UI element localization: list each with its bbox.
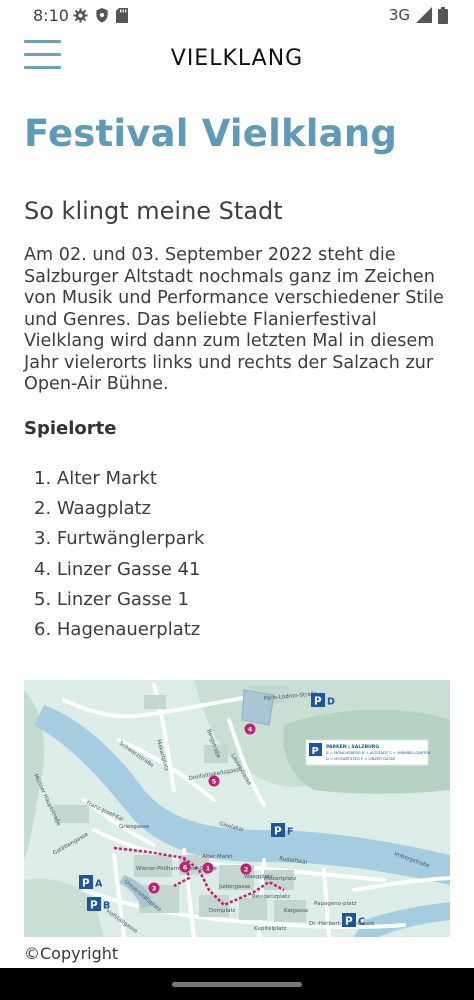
svg-text:P: P [82,878,90,890]
svg-text:3: 3 [152,885,157,893]
shield-icon [96,8,108,23]
venue-pin-3[interactable]: 3 [148,882,160,894]
venue-item: 1. Alter Markt [34,468,157,489]
venue-pin-4[interactable]: 4 [244,723,256,735]
venue-pin-1[interactable]: 1 [202,862,214,874]
home-gesture-handle[interactable] [172,982,302,987]
venue-pin-2[interactable]: 2 [240,863,252,875]
venue-pin-5[interactable]: 5 [208,775,220,787]
settings-icon [73,8,88,23]
venue-item: 3. Furtwänglerpark [34,528,205,550]
legend-line: A = MÖNCHSBERG B = ALTSTADT C = MIRABELL… [326,750,431,755]
page-subtitle: So klingt meine Stadt [24,197,283,225]
brand-logo[interactable]: VIELKLANG [0,46,474,71]
sd-card-icon [116,8,128,23]
svg-text:D: D [327,697,335,708]
street-label: Mozartplatz [264,876,296,882]
svg-text:P: P [274,826,282,838]
svg-text:B: B [103,901,110,912]
status-notifications [73,8,128,23]
street-label: Kapitelplatz [254,926,287,932]
copyright-text: ©Copyright [24,944,119,963]
svg-text:A: A [95,879,103,890]
street-label: Alter Markt [202,854,233,860]
svg-text:C: C [358,917,365,928]
svg-text:P: P [312,746,319,757]
svg-text:P: P [314,696,322,708]
street-label: Dr.-Herbert-Klein-Gasse [309,921,375,927]
network-type: 3G [388,6,410,24]
venue-list: 1. Alter Markt 2. Waagplatz 3. Furtwängl… [34,467,204,648]
street-label: Papageno-platz [314,901,357,907]
status-time: 8:10 [33,6,69,25]
street-label: Residenzplatz [252,894,290,900]
venues-heading: Spielorte [24,418,117,439]
signal-icon [416,7,432,23]
venue-item: 2. Waagplatz [34,498,151,520]
legend-line: D = MOZARTSTEG F = LINZER GASSE [326,757,396,761]
svg-text:P: P [90,900,98,912]
intro-paragraph: Am 02. und 03. September 2022 steht die … [24,245,444,394]
street-label: Domplatz [209,908,236,914]
street-label: Griesgasse [119,824,150,830]
svg-text:6: 6 [183,864,188,872]
street-label: Kaigasse [284,908,309,914]
svg-text:1: 1 [206,865,211,873]
svg-text:F: F [287,827,294,838]
svg-text:P: P [345,916,353,928]
system-nav-bar [0,968,474,1000]
status-bar: 8:10 3G [0,0,474,32]
venue-item: 4. Linzer Gasse 41 [34,558,201,580]
street-label: Judengasse [218,884,251,890]
svg-text:4: 4 [248,726,253,734]
legend-title: PARKEN | SALZBURG [326,744,379,750]
page-title: Festival Vielklang [24,112,398,155]
svg-text:5: 5 [212,778,217,786]
venue-pin-6[interactable]: 6 [179,861,191,873]
venue-map[interactable]: Paris-Lodron-Straße Schwarzstraße Makart… [24,680,450,937]
status-system: 3G [389,6,448,24]
venue-item: 6. Hagenauerplatz [34,618,201,640]
svg-text:2: 2 [244,866,249,874]
venue-item: 5. Linzer Gasse 1 [34,588,189,610]
battery-icon [438,6,448,24]
